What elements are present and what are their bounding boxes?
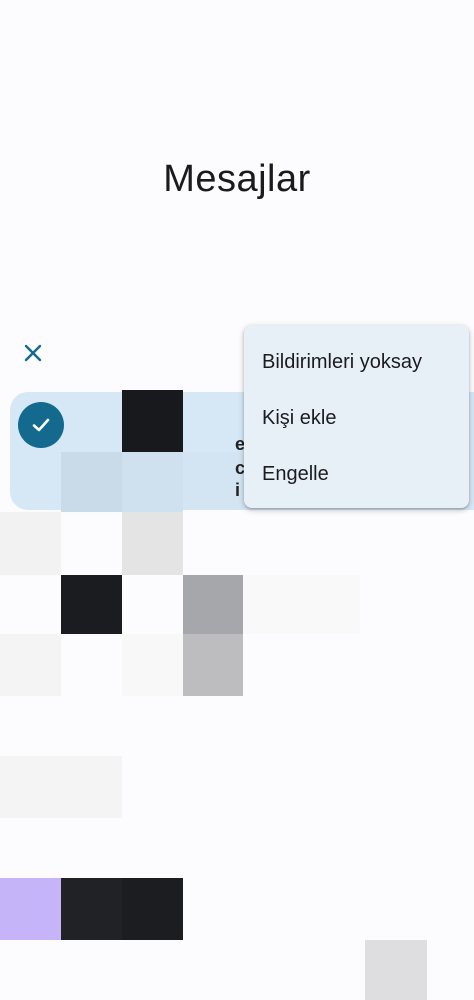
redacted-block	[122, 634, 183, 696]
redacted-block	[183, 634, 243, 696]
redacted-block	[61, 878, 122, 940]
redacted-block	[0, 756, 122, 818]
redacted-block	[0, 512, 61, 575]
close-icon	[24, 344, 42, 362]
redacted-block	[365, 940, 427, 1000]
avatar	[0, 878, 61, 940]
close-selection-button[interactable]	[18, 338, 48, 368]
selected-checkmark[interactable]	[18, 402, 64, 448]
menu-item-add-contact[interactable]: Kişi ekle	[262, 407, 336, 430]
redacted-block	[122, 512, 183, 575]
redacted-block	[183, 452, 243, 510]
redacted-block	[243, 575, 360, 634]
partial-text: i	[235, 480, 241, 500]
redacted-block	[183, 575, 243, 634]
menu-item-block[interactable]: Engelle	[262, 463, 329, 486]
redacted-block	[61, 452, 122, 512]
page-title: Mesajlar	[163, 158, 311, 200]
redacted-block	[0, 634, 61, 696]
menu-item-ignore-notifications[interactable]: Bildirimleri yoksay	[262, 351, 422, 374]
redacted-block	[122, 390, 183, 452]
redacted-block	[122, 452, 183, 512]
check-icon	[32, 418, 50, 432]
redacted-block	[61, 575, 122, 634]
redacted-block	[122, 878, 183, 940]
context-menu: Bildirimleri yoksay Kişi ekle Engelle	[244, 325, 469, 508]
